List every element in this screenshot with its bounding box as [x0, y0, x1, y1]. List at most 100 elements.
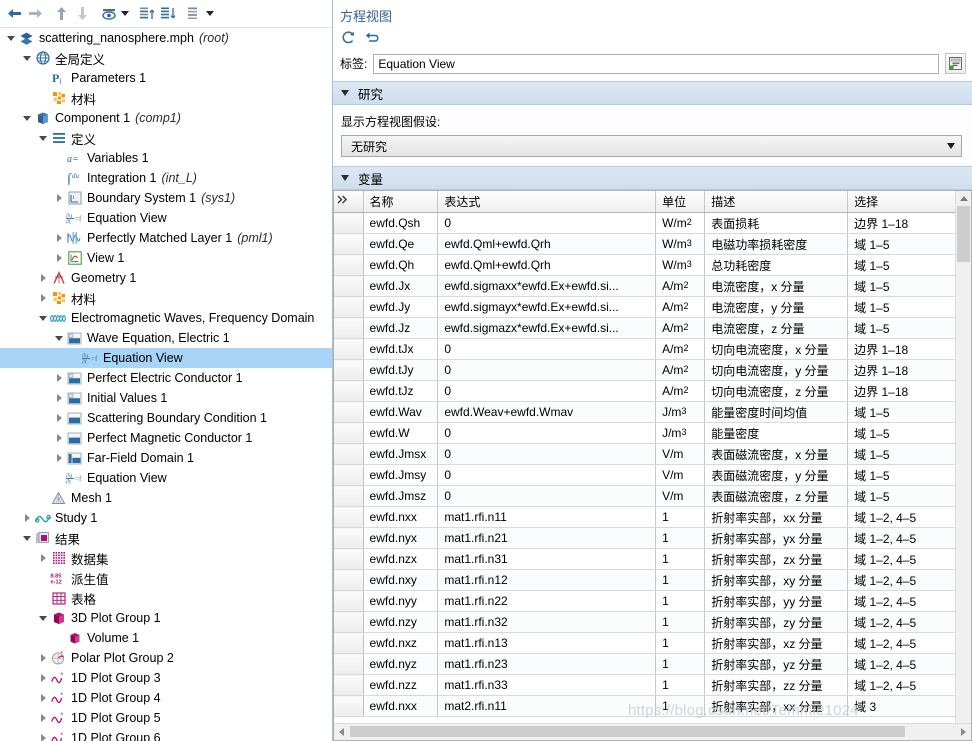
- table-vertical-scrollbar[interactable]: [955, 191, 971, 740]
- table-row[interactable]: ewfd.nzx mat1.rfi.n31 1 折射率实部，zx 分量域 1–2, 4…: [334, 548, 971, 570]
- cell-description[interactable]: 能量密度: [704, 422, 849, 444]
- cell-unit[interactable]: V/m: [655, 485, 706, 507]
- cell-description[interactable]: 电流密度，x 分量: [704, 275, 849, 297]
- row-header-cell[interactable]: [334, 443, 364, 465]
- tree-node[interactable]: Volume 1: [0, 628, 332, 648]
- variables-table-clip[interactable]: 名称 表达式 单位 描述 选择 ewfd.Qsh 0 W/m2 表面损耗 边界 1–18…: [334, 191, 971, 723]
- row-header-cell[interactable]: [334, 485, 364, 507]
- tree-node[interactable]: scattering_nanosphere.mph (root): [0, 28, 332, 48]
- cell-selection[interactable]: 域 1–5: [847, 401, 971, 423]
- table-row[interactable]: ewfd.Jmsz 0 V/m 表面磁流密度，z 分量域 1–5: [334, 485, 971, 507]
- cell-expression[interactable]: 0: [437, 443, 657, 465]
- cell-expression[interactable]: 0: [437, 464, 657, 486]
- cell-selection[interactable]: 域 1–5: [847, 464, 971, 486]
- expand-triangle-icon[interactable]: [36, 648, 50, 668]
- cell-name[interactable]: ewfd.nyy: [363, 590, 439, 612]
- expand-triangle-icon[interactable]: [36, 708, 50, 728]
- expand-triangle-icon[interactable]: [52, 428, 66, 448]
- expand-triangle-icon[interactable]: [36, 688, 50, 708]
- cell-expression[interactable]: mat1.rfi.n13: [437, 632, 657, 654]
- cell-selection[interactable]: 域 1–2, 4–5: [847, 674, 971, 696]
- collapse-triangle-icon[interactable]: [36, 128, 50, 148]
- cell-name[interactable]: ewfd.Qsh: [363, 212, 439, 234]
- tree-node[interactable]: Electromagnetic Waves, Frequency Domain: [0, 308, 332, 328]
- cell-expression[interactable]: ewfd.Qml+ewfd.Qrh: [437, 254, 657, 276]
- tree-node[interactable]: ∫ du Integration 1 (int_L): [0, 168, 332, 188]
- table-row[interactable]: ewfd.nzz mat1.rfi.n33 1 折射率实部，zz 分量域 1–2, 4…: [334, 674, 971, 696]
- table-row[interactable]: ewfd.tJz 0 A/m2 切向电流密度，z 分量 边界 1–18: [334, 380, 971, 402]
- expand-triangle-icon[interactable]: [52, 188, 66, 208]
- cell-selection[interactable]: 域 3: [847, 695, 971, 717]
- row-header-cell[interactable]: [334, 569, 364, 591]
- study-section-header[interactable]: 研究: [333, 81, 972, 105]
- tree-node[interactable]: ∂u ∂t =f Equation View: [0, 348, 332, 368]
- cell-name[interactable]: ewfd.nyz: [363, 653, 439, 675]
- cell-unit[interactable]: A/m2: [655, 338, 706, 360]
- tree-node[interactable]: ∂u ∂t =f Equation View: [0, 208, 332, 228]
- cell-selection[interactable]: 域 1–5: [847, 254, 971, 276]
- tree-node[interactable]: Component 1 (comp1): [0, 108, 332, 128]
- cell-expression[interactable]: 0: [437, 422, 657, 444]
- row-header-cell[interactable]: [334, 527, 364, 549]
- table-row[interactable]: ewfd.nyz mat1.rfi.n23 1 折射率实部，yz 分量域 1–2, 4…: [334, 653, 971, 675]
- expand-triangle-icon[interactable]: [36, 728, 50, 741]
- table-row[interactable]: ewfd.Jx ewfd.sigmaxx*ewfd.Ex+ewfd.si... A/…: [334, 275, 971, 297]
- table-horizontal-scrollbar[interactable]: [334, 723, 971, 740]
- cell-selection[interactable]: 域 1–2, 4–5: [847, 506, 971, 528]
- cell-unit[interactable]: V/m: [655, 464, 706, 486]
- cell-description[interactable]: 表面损耗: [704, 212, 849, 234]
- cell-selection[interactable]: 边界 1–18: [847, 359, 971, 381]
- tree-node[interactable]: Scattering Boundary Condition 1: [0, 408, 332, 428]
- cell-name[interactable]: ewfd.nzz: [363, 674, 439, 696]
- expand-triangle-icon[interactable]: [52, 248, 66, 268]
- cell-selection[interactable]: 域 1–5: [847, 485, 971, 507]
- table-row[interactable]: ewfd.Qsh 0 W/m2 表面损耗 边界 1–18: [334, 212, 971, 234]
- cell-selection[interactable]: 域 1–5: [847, 443, 971, 465]
- collapse-all-icon[interactable]: [136, 3, 157, 24]
- table-row[interactable]: ewfd.tJy 0 A/m2 切向电流密度，y 分量 边界 1–18: [334, 359, 971, 381]
- cell-name[interactable]: ewfd.Jmsx: [363, 443, 439, 465]
- cell-expression[interactable]: mat2.rfi.n11: [437, 695, 657, 717]
- cell-expression[interactable]: ewfd.Weav+ewfd.Wmav: [437, 401, 657, 423]
- cell-unit[interactable]: J/m3: [655, 401, 706, 423]
- cell-unit[interactable]: J/m3: [655, 422, 706, 444]
- tree-node[interactable]: t Boundary System 1 (sys1): [0, 188, 332, 208]
- collapse-triangle-icon[interactable]: [20, 528, 34, 548]
- cell-name[interactable]: ewfd.nxx: [363, 695, 439, 717]
- cell-description[interactable]: 电流密度，z 分量: [704, 317, 849, 339]
- cell-description[interactable]: 折射率实部，zx 分量: [704, 548, 849, 570]
- row-header-cell[interactable]: [334, 632, 364, 654]
- cell-expression[interactable]: 0: [437, 338, 657, 360]
- cell-name[interactable]: ewfd.tJz: [363, 380, 439, 402]
- cell-unit[interactable]: 1: [655, 548, 706, 570]
- cell-unit[interactable]: A/m2: [655, 296, 706, 318]
- row-header-cell[interactable]: [334, 590, 364, 612]
- expand-triangle-icon[interactable]: [52, 228, 66, 248]
- tree-node[interactable]: 表格: [0, 588, 332, 608]
- cell-unit[interactable]: A/m2: [655, 380, 706, 402]
- cell-description[interactable]: 折射率实部，xy 分量: [704, 569, 849, 591]
- rename-note-icon[interactable]: [945, 53, 966, 74]
- row-header-cell[interactable]: [334, 380, 364, 402]
- model-tree[interactable]: scattering_nanosphere.mph (root) 全局定义 Pi Par…: [0, 28, 332, 741]
- cell-description[interactable]: 电磁功率损耗密度: [704, 233, 849, 255]
- cell-selection[interactable]: 域 1–2, 4–5: [847, 611, 971, 633]
- cell-name[interactable]: ewfd.nzx: [363, 548, 439, 570]
- cell-selection[interactable]: 域 1–5: [847, 275, 971, 297]
- cell-unit[interactable]: 1: [655, 674, 706, 696]
- tree-node[interactable]: 8.85 e-12 派生值: [0, 568, 332, 588]
- cell-unit[interactable]: A/m2: [655, 317, 706, 339]
- cell-unit[interactable]: 1: [655, 695, 706, 717]
- cell-name[interactable]: ewfd.W: [363, 422, 439, 444]
- cell-expression[interactable]: 0: [437, 380, 657, 402]
- scroll-up-arrow-icon[interactable]: [956, 191, 971, 206]
- row-header-cell[interactable]: [334, 359, 364, 381]
- table-row[interactable]: ewfd.nxx mat1.rfi.n11 1 折射率实部，xx 分量域 1–2, 4…: [334, 506, 971, 528]
- cell-description[interactable]: 切向电流密度，y 分量: [704, 359, 849, 381]
- vertical-scroll-thumb[interactable]: [957, 206, 970, 262]
- cell-selection[interactable]: 域 1–5: [847, 296, 971, 318]
- row-header-cell[interactable]: [334, 254, 364, 276]
- study-select[interactable]: 无研究: [341, 135, 962, 157]
- table-row[interactable]: ewfd.W 0 J/m3 能量密度域 1–5: [334, 422, 971, 444]
- cell-unit[interactable]: V/m: [655, 443, 706, 465]
